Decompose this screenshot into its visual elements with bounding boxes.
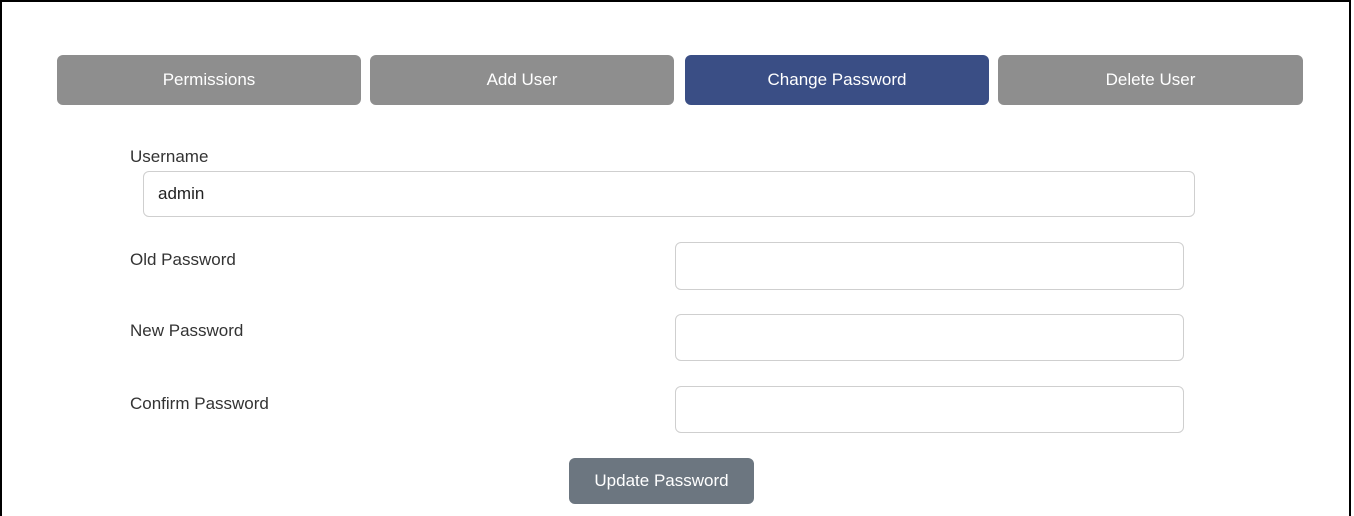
tab-change-password[interactable]: Change Password xyxy=(685,55,989,105)
old-password-label: Old Password xyxy=(130,250,236,269)
tab-bar: Permissions Add User Change Password Del… xyxy=(57,55,1303,105)
username-label: Username xyxy=(130,147,209,166)
old-password-field[interactable] xyxy=(675,242,1184,290)
update-password-button[interactable]: Update Password xyxy=(569,458,754,504)
tab-delete-user[interactable]: Delete User xyxy=(998,55,1303,105)
username-field[interactable]: admin xyxy=(143,171,1195,217)
tab-add-user[interactable]: Add User xyxy=(370,55,674,105)
confirm-password-label: Confirm Password xyxy=(130,394,269,413)
tab-permissions[interactable]: Permissions xyxy=(57,55,361,105)
new-password-field[interactable] xyxy=(675,314,1184,361)
new-password-label: New Password xyxy=(130,321,244,340)
confirm-password-field[interactable] xyxy=(675,386,1184,433)
